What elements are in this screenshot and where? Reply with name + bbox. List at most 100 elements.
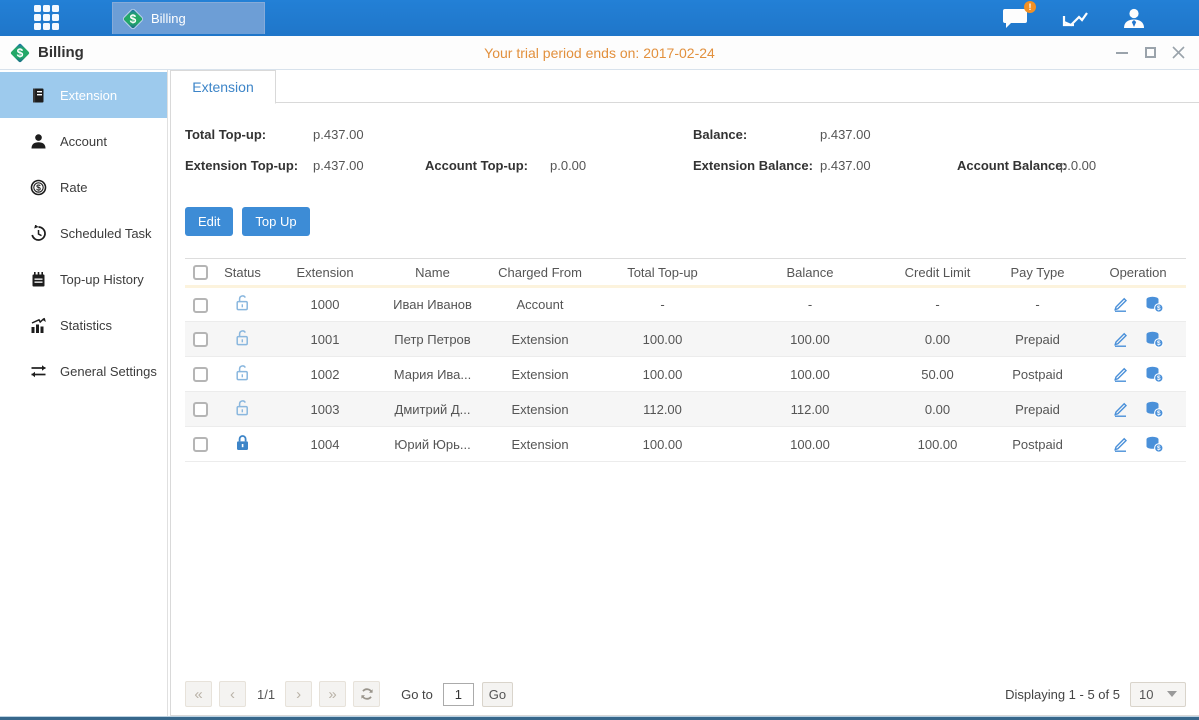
window-bottom-edge (0, 716, 1199, 720)
topup-history-ledger-icon (30, 271, 47, 288)
extension-balance-label: Extension Balance: (693, 158, 813, 173)
general-settings-sliders-icon (30, 363, 47, 380)
cell-total-topup: 100.00 (595, 427, 730, 462)
page-size-value: 10 (1139, 687, 1153, 702)
displaying-text: Displaying 1 - 5 of 5 (1005, 687, 1120, 702)
statistics-bars-icon (30, 317, 47, 334)
first-page-button[interactable]: « (185, 681, 212, 707)
account-balance-label: Account Balance: (957, 158, 1067, 173)
svg-text:$: $ (36, 182, 41, 192)
top-up-coins-icon[interactable]: $ (1145, 366, 1164, 383)
minimize-icon[interactable] (1115, 46, 1129, 60)
status-lock-icon (234, 370, 251, 385)
go-button[interactable]: Go (482, 682, 513, 707)
status-lock-icon (234, 440, 251, 455)
sidebar-item-general-settings[interactable]: General Settings (0, 348, 167, 394)
page-size-select[interactable]: 10 (1130, 682, 1186, 707)
tab-extension[interactable]: Extension (170, 70, 276, 104)
last-page-button[interactable]: » (319, 681, 346, 707)
maximize-icon[interactable] (1143, 46, 1157, 60)
extension-topup-label: Extension Top-up: (185, 158, 298, 173)
extension-book-icon (30, 87, 47, 104)
cell-charged-from: Account (485, 287, 595, 322)
sidebar-item-statistics[interactable]: Statistics (0, 302, 167, 348)
cell-name: Мария Ива... (380, 357, 485, 392)
table-row[interactable]: 1003 Дмитрий Д... Extension 112.00 112.0… (185, 392, 1186, 427)
top-up-button[interactable]: Top Up (242, 207, 309, 236)
sidebar-item-extension[interactable]: Extension (0, 72, 167, 118)
extension-balance-value: p.437.00 (820, 158, 871, 173)
messages-icon[interactable]: ! (1001, 6, 1029, 30)
col-header-extension: Extension (270, 259, 380, 287)
edit-pencil-icon[interactable] (1112, 401, 1129, 418)
sidebar-item-rate[interactable]: $ Rate (0, 164, 167, 210)
select-all-checkbox[interactable] (193, 265, 208, 280)
cell-extension: 1003 (270, 392, 380, 427)
refresh-button[interactable] (353, 681, 380, 707)
sidebar-item-label: Rate (60, 180, 87, 195)
goto-page-input[interactable] (443, 683, 474, 706)
col-header-credit-limit: Credit Limit (890, 259, 985, 287)
extension-topup-value: p.437.00 (313, 158, 364, 173)
edit-pencil-icon[interactable] (1112, 366, 1129, 383)
sidebar-item-label: Top-up History (60, 272, 144, 287)
cell-pay-type: Postpaid (985, 357, 1090, 392)
cell-charged-from: Extension (485, 392, 595, 427)
top-up-coins-icon[interactable]: $ (1145, 296, 1164, 313)
table-row[interactable]: 1004 Юрий Юрь... Extension 100.00 100.00… (185, 427, 1186, 462)
status-lock-icon (234, 405, 251, 420)
svg-text:$: $ (1157, 375, 1161, 382)
account-topup-label: Account Top-up: (425, 158, 528, 173)
edit-pencil-icon[interactable] (1112, 296, 1129, 313)
edit-pencil-icon[interactable] (1112, 436, 1129, 453)
row-checkbox[interactable] (193, 367, 208, 382)
table-row[interactable]: 1001 Петр Петров Extension 100.00 100.00… (185, 322, 1186, 357)
cell-extension: 1001 (270, 322, 380, 357)
app-tab-billing[interactable]: $ Billing (112, 2, 265, 34)
col-header-total-topup: Total Top-up (595, 259, 730, 287)
row-checkbox[interactable] (193, 402, 208, 417)
cell-extension: 1000 (270, 287, 380, 322)
table-body: 1000 Иван Иванов Account - - - - $ (185, 287, 1186, 462)
app-grid-menu-icon[interactable] (34, 5, 68, 31)
edit-pencil-icon[interactable] (1112, 331, 1129, 348)
top-up-coins-icon[interactable]: $ (1145, 331, 1164, 348)
top-up-coins-icon[interactable]: $ (1145, 401, 1164, 418)
sidebar-item-scheduled-task[interactable]: Scheduled Task (0, 210, 167, 256)
user-account-icon[interactable] (1121, 6, 1147, 30)
sidebar-item-topup-history[interactable]: Top-up History (0, 256, 167, 302)
col-header-status: Status (215, 259, 270, 287)
svg-text:$: $ (1157, 445, 1161, 452)
cell-total-topup: - (595, 287, 730, 322)
page-indicator: 1/1 (257, 687, 275, 702)
account-balance-value: p.0.00 (1060, 158, 1096, 173)
next-page-button[interactable]: › (285, 681, 312, 707)
close-icon[interactable] (1171, 46, 1185, 60)
cell-charged-from: Extension (485, 322, 595, 357)
top-app-bar: $ Billing ! (0, 0, 1199, 36)
prev-page-button[interactable]: ‹ (219, 681, 246, 707)
sidebar-nav: Extension Account $ Rate Scheduled Task … (0, 70, 168, 716)
col-header-pay-type: Pay Type (985, 259, 1090, 287)
sidebar-item-account[interactable]: Account (0, 118, 167, 164)
cell-pay-type: Prepaid (985, 322, 1090, 357)
table-row[interactable]: 1002 Мария Ива... Extension 100.00 100.0… (185, 357, 1186, 392)
window-title: Billing (38, 44, 84, 61)
row-checkbox[interactable] (193, 332, 208, 347)
tab-strip: Extension (170, 70, 1199, 103)
row-checkbox[interactable] (193, 437, 208, 452)
top-up-coins-icon[interactable]: $ (1145, 436, 1164, 453)
table-header-row: Status Extension Name Charged From Total… (185, 259, 1186, 287)
sidebar-item-label: Extension (60, 88, 117, 103)
row-checkbox[interactable] (193, 298, 208, 313)
table-row[interactable]: 1000 Иван Иванов Account - - - - $ (185, 287, 1186, 322)
cell-pay-type: Prepaid (985, 392, 1090, 427)
sidebar-item-label: General Settings (60, 364, 157, 379)
statistics-chart-icon[interactable] (1061, 6, 1089, 30)
status-lock-icon (234, 335, 251, 350)
edit-button[interactable]: Edit (185, 207, 233, 236)
svg-text:$: $ (1157, 410, 1161, 417)
col-header-balance: Balance (730, 259, 890, 287)
total-topup-value: p.437.00 (313, 127, 364, 142)
cell-name: Петр Петров (380, 322, 485, 357)
